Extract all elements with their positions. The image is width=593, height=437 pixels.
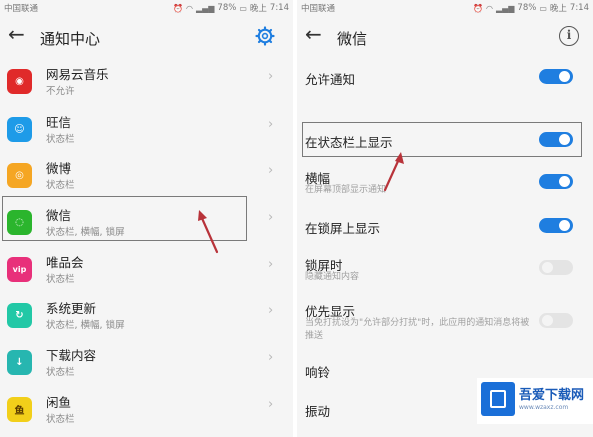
setting-subtitle: 在屏幕顶部显示通知 (305, 185, 387, 195)
page-title: 通知中心 (40, 30, 101, 48)
setting-when-locked[interactable]: 锁屏时 隐藏通知内容 (297, 254, 593, 288)
app-name: 唯品会 (46, 255, 84, 270)
setting-subtitle: 隐藏通知内容 (305, 272, 360, 282)
battery-icon: ▭ (239, 3, 247, 13)
watermark-url: www.wzaxz.com (519, 404, 569, 411)
list-item[interactable]: ◉ 网易云音乐 不允许 › (0, 62, 293, 110)
carrier-label: 中国联通 (301, 4, 336, 14)
app-name: 闲鱼 (46, 395, 72, 410)
page-title: 微信 (337, 30, 368, 48)
priority-toggle[interactable] (539, 313, 573, 328)
chevron-right-icon: › (268, 397, 274, 412)
toggle-knob (559, 71, 570, 82)
info-icon[interactable]: i (559, 26, 579, 46)
wifi-icon: ◠ (485, 3, 493, 13)
app-bar: ← 微信 i (297, 18, 593, 58)
app-name: 系统更新 (46, 301, 97, 316)
toggle-knob (542, 315, 553, 326)
chevron-right-icon: › (268, 117, 274, 132)
chevron-right-icon: › (268, 163, 274, 178)
status-bar: 中国联通 ⏰ ◠ ▂▄▆ 78% ▭ 晚上 7:14 (297, 0, 593, 16)
lock-screen-toggle[interactable] (539, 218, 573, 233)
time-label: 7:14 (269, 3, 289, 13)
battery-percent: 78% (517, 3, 537, 13)
list-item[interactable]: ↻ 系统更新 状态栏, 横幅, 锁屏 › (0, 296, 293, 344)
chevron-right-icon: › (268, 210, 274, 225)
battery-icon: ▭ (539, 3, 547, 13)
time-prefix: 晚上 (549, 4, 567, 14)
app-status: 状态栏, 横幅, 锁屏 (46, 320, 125, 331)
toggle-knob (559, 176, 570, 187)
wechat-notification-settings-screen: 中国联通 ⏰ ◠ ▂▄▆ 78% ▭ 晚上 7:14 ← 微信 i 允许通知 在… (297, 0, 593, 437)
app-name: 网易云音乐 (46, 67, 109, 82)
app-icon: ↻ (7, 303, 32, 328)
setting-title: 响铃 (305, 365, 331, 380)
toggle-knob (559, 220, 570, 231)
app-icon: ☺ (7, 117, 32, 142)
signal-icon: ▂▄▆ (495, 3, 515, 13)
list-item[interactable]: ↓ 下载内容 状态栏 › (0, 343, 293, 391)
annotation-arrow-icon (383, 152, 404, 192)
app-status: 状态栏 (46, 134, 75, 145)
watermark-brand: 吾爱下载网 (519, 388, 585, 403)
app-status: 状态栏 (46, 274, 75, 285)
status-icons: ⏰ ◠ ▂▄▆ 78% ▭ 晚上 7:14 (473, 2, 589, 14)
toggle-knob (542, 262, 553, 273)
app-icon: ↓ (7, 350, 32, 375)
alarm-icon: ⏰ (473, 3, 483, 13)
time-prefix: 晚上 (249, 4, 267, 14)
app-name: 下载内容 (46, 348, 97, 363)
setting-show-on-lock-screen[interactable]: 在锁屏上显示 (297, 214, 593, 242)
time-label: 7:14 (569, 3, 589, 13)
status-bar: 中国联通 ⏰ ◠ ▂▄▆ 78% ▭ 晚上 7:14 (0, 0, 293, 16)
setting-allow-notifications[interactable]: 允许通知 (297, 64, 593, 92)
back-arrow-icon[interactable]: ← (305, 24, 322, 44)
setting-title: 允许通知 (305, 72, 356, 87)
setting-priority-display[interactable]: 优先显示 当免打扰设为"允许部分打扰"时，此应用的通知消息将被推送 (297, 300, 593, 348)
wifi-icon: ◠ (185, 3, 193, 13)
app-name: 微博 (46, 161, 72, 176)
app-icon: ◉ (7, 69, 32, 94)
app-icon: 鱼 (7, 397, 32, 422)
chevron-right-icon: › (268, 303, 274, 318)
chevron-right-icon: › (268, 257, 274, 272)
list-item[interactable]: 鱼 闲鱼 状态栏 › (0, 390, 293, 437)
app-bar: ← 通知中心 (0, 18, 293, 58)
status-icons: ⏰ ◠ ▂▄▆ 78% ▭ 晚上 7:14 (173, 2, 289, 14)
carrier-label: 中国联通 (4, 4, 39, 14)
app-name: 旺信 (46, 115, 72, 130)
app-status: 状态栏 (46, 180, 75, 191)
highlight-box (302, 122, 582, 157)
alarm-icon: ⏰ (173, 3, 183, 13)
app-status: 状态栏 (46, 414, 75, 425)
watermark-logo-icon (481, 382, 515, 416)
app-status: 不允许 (46, 86, 75, 97)
setting-title: 振动 (305, 404, 331, 419)
signal-icon: ▂▄▆ (195, 3, 215, 13)
setting-banner[interactable]: 横幅 在屏幕顶部显示通知 (297, 166, 593, 200)
app-icon: vip (7, 257, 32, 282)
list-item[interactable]: ☺ 旺信 状态栏 › (0, 110, 293, 158)
allow-notifications-toggle[interactable] (539, 69, 573, 84)
app-icon: ◎ (7, 163, 32, 188)
gear-icon[interactable] (255, 26, 275, 46)
watermark: 吾爱下载网 www.wzaxz.com (477, 378, 593, 424)
app-status: 状态栏 (46, 367, 75, 378)
setting-subtitle: 当免打扰设为"允许部分打扰"时，此应用的通知消息将被推送 (305, 318, 530, 341)
setting-title: 在锁屏上显示 (305, 221, 381, 236)
chevron-right-icon: › (268, 350, 274, 365)
when-locked-toggle[interactable] (539, 260, 573, 275)
back-arrow-icon[interactable]: ← (8, 24, 25, 44)
annotation-arrow-icon (198, 210, 219, 254)
list-item[interactable]: vip 唯品会 状态栏 › (0, 250, 293, 298)
banner-toggle[interactable] (539, 174, 573, 189)
chevron-right-icon: › (268, 69, 274, 84)
notification-center-screen: 中国联通 ⏰ ◠ ▂▄▆ 78% ▭ 晚上 7:14 ← 通知中心 ◉ 网易云音… (0, 0, 293, 437)
battery-percent: 78% (217, 3, 237, 13)
